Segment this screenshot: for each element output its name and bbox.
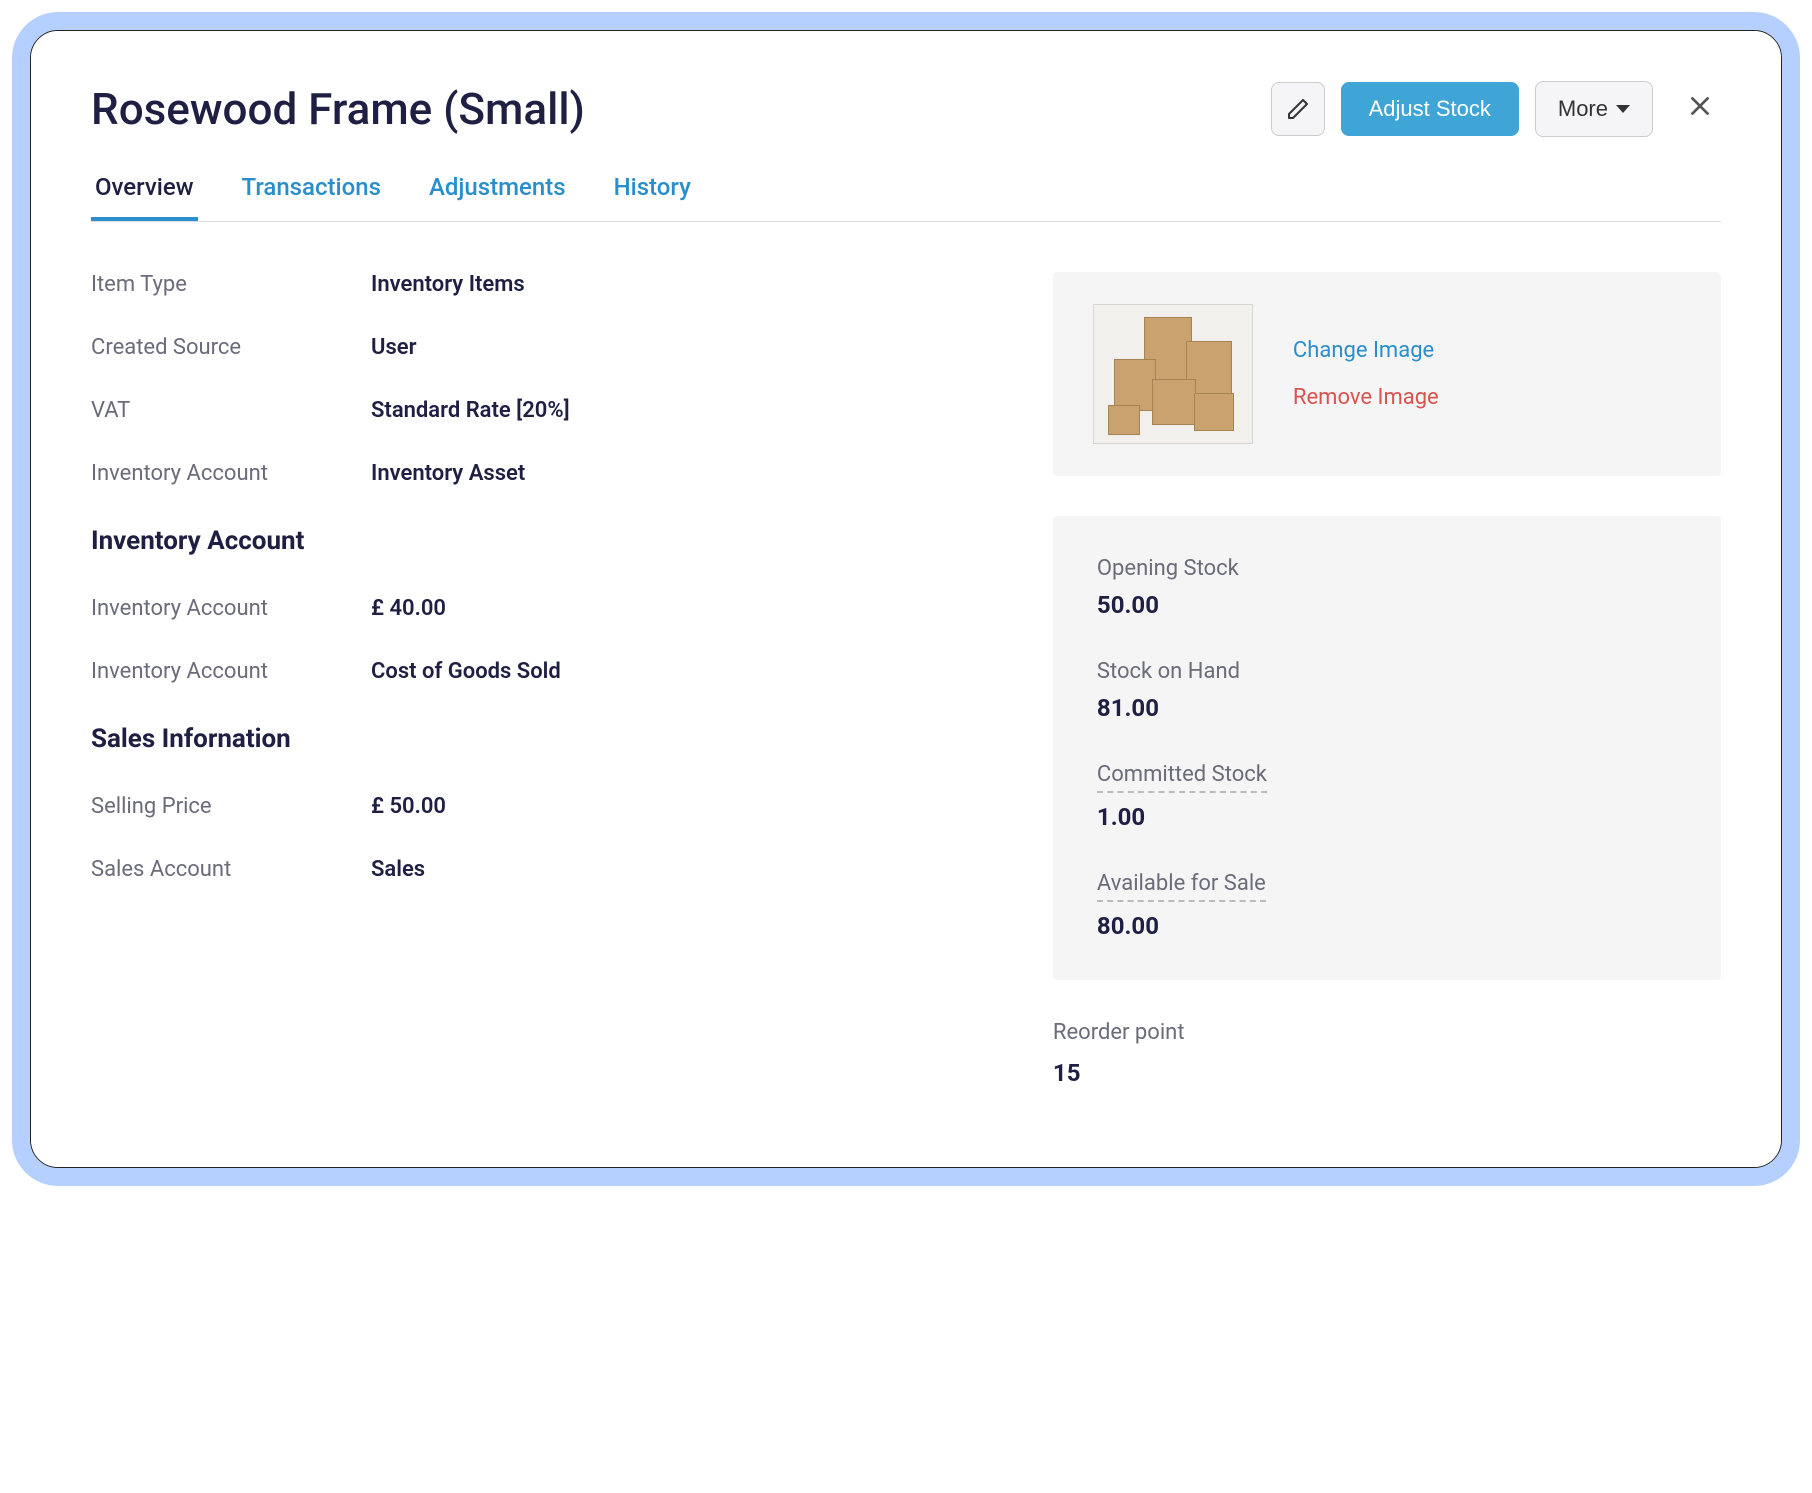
inv-1-label: Inventory Account xyxy=(91,596,371,621)
stock-on-hand-label: Stock on Hand xyxy=(1097,659,1240,684)
selling-price-value: £ 50.00 xyxy=(371,794,446,819)
created-source-value: User xyxy=(371,335,417,360)
opening-stock-value: 50.00 xyxy=(1097,591,1677,619)
edit-button[interactable] xyxy=(1271,82,1325,136)
row-vat: VAT Standard Rate [20%] xyxy=(91,398,993,423)
stock-on-hand: Stock on Hand 81.00 xyxy=(1097,659,1677,722)
vat-value: Standard Rate [20%] xyxy=(371,398,570,423)
item-type-label: Item Type xyxy=(91,272,371,297)
inventory-account-label: Inventory Account xyxy=(91,461,371,486)
adjust-stock-button[interactable]: Adjust Stock xyxy=(1341,82,1519,136)
reorder-point-value: 15 xyxy=(1053,1059,1721,1087)
row-created-source: Created Source User xyxy=(91,335,993,360)
content-row: Item Type Inventory Items Created Source… xyxy=(91,272,1721,1087)
header-actions: Adjust Stock More xyxy=(1271,81,1721,137)
tab-overview[interactable]: Overview xyxy=(91,173,198,221)
opening-stock: Opening Stock 50.00 xyxy=(1097,556,1677,619)
right-column: Change Image Remove Image Opening Stock … xyxy=(1053,272,1721,1087)
inventory-section-heading: Inventory Account xyxy=(91,526,993,556)
inv-2-label: Inventory Account xyxy=(91,659,371,684)
remove-image-link[interactable]: Remove Image xyxy=(1293,385,1439,410)
close-icon xyxy=(1687,93,1713,119)
stock-on-hand-value: 81.00 xyxy=(1097,694,1677,722)
committed-stock: Committed Stock 1.00 xyxy=(1097,762,1677,831)
panel-body: Rosewood Frame (Small) Adjust Stock More… xyxy=(31,31,1781,1167)
inv-2-value: Cost of Goods Sold xyxy=(371,659,561,684)
opening-stock-label: Opening Stock xyxy=(1097,556,1239,581)
tab-history[interactable]: History xyxy=(610,173,695,221)
stock-card: Opening Stock 50.00 Stock on Hand 81.00 … xyxy=(1053,516,1721,980)
tab-transactions[interactable]: Transactions xyxy=(238,173,385,221)
more-button[interactable]: More xyxy=(1535,81,1653,137)
inv-1-value: £ 40.00 xyxy=(371,596,446,621)
tab-adjustments[interactable]: Adjustments xyxy=(425,173,570,221)
item-detail-panel: Rosewood Frame (Small) Adjust Stock More… xyxy=(30,30,1782,1168)
reorder-point-label: Reorder point xyxy=(1053,1020,1721,1045)
vat-label: VAT xyxy=(91,398,371,423)
item-thumbnail xyxy=(1093,304,1253,444)
tabs: Overview Transactions Adjustments Histor… xyxy=(91,173,1721,222)
page-title: Rosewood Frame (Small) xyxy=(91,83,585,135)
sales-account-label: Sales Account xyxy=(91,857,371,882)
row-inventory-account: Inventory Account Inventory Asset xyxy=(91,461,993,486)
left-column: Item Type Inventory Items Created Source… xyxy=(91,272,993,1087)
row-inv-2: Inventory Account Cost of Goods Sold xyxy=(91,659,993,684)
row-item-type: Item Type Inventory Items xyxy=(91,272,993,297)
row-sales-account: Sales Account Sales xyxy=(91,857,993,882)
selling-price-label: Selling Price xyxy=(91,794,371,819)
sales-account-value: Sales xyxy=(371,857,425,882)
image-card: Change Image Remove Image xyxy=(1053,272,1721,476)
item-type-value: Inventory Items xyxy=(371,272,525,297)
more-button-label: More xyxy=(1558,96,1608,122)
reorder-point: Reorder point 15 xyxy=(1053,1020,1721,1087)
created-source-label: Created Source xyxy=(91,335,371,360)
available-for-sale-label: Available for Sale xyxy=(1097,871,1266,902)
committed-stock-label: Committed Stock xyxy=(1097,762,1267,793)
available-for-sale: Available for Sale 80.00 xyxy=(1097,871,1677,940)
sales-section-heading: Sales Infornation xyxy=(91,724,993,754)
row-inv-1: Inventory Account £ 40.00 xyxy=(91,596,993,621)
close-button[interactable] xyxy=(1669,92,1721,127)
image-actions: Change Image Remove Image xyxy=(1293,338,1439,410)
chevron-down-icon xyxy=(1616,105,1630,113)
inventory-account-value: Inventory Asset xyxy=(371,461,525,486)
change-image-link[interactable]: Change Image xyxy=(1293,338,1439,363)
pencil-icon xyxy=(1286,97,1310,121)
header-row: Rosewood Frame (Small) Adjust Stock More xyxy=(91,81,1721,137)
row-selling-price: Selling Price £ 50.00 xyxy=(91,794,993,819)
available-for-sale-value: 80.00 xyxy=(1097,912,1677,940)
committed-stock-value: 1.00 xyxy=(1097,803,1677,831)
